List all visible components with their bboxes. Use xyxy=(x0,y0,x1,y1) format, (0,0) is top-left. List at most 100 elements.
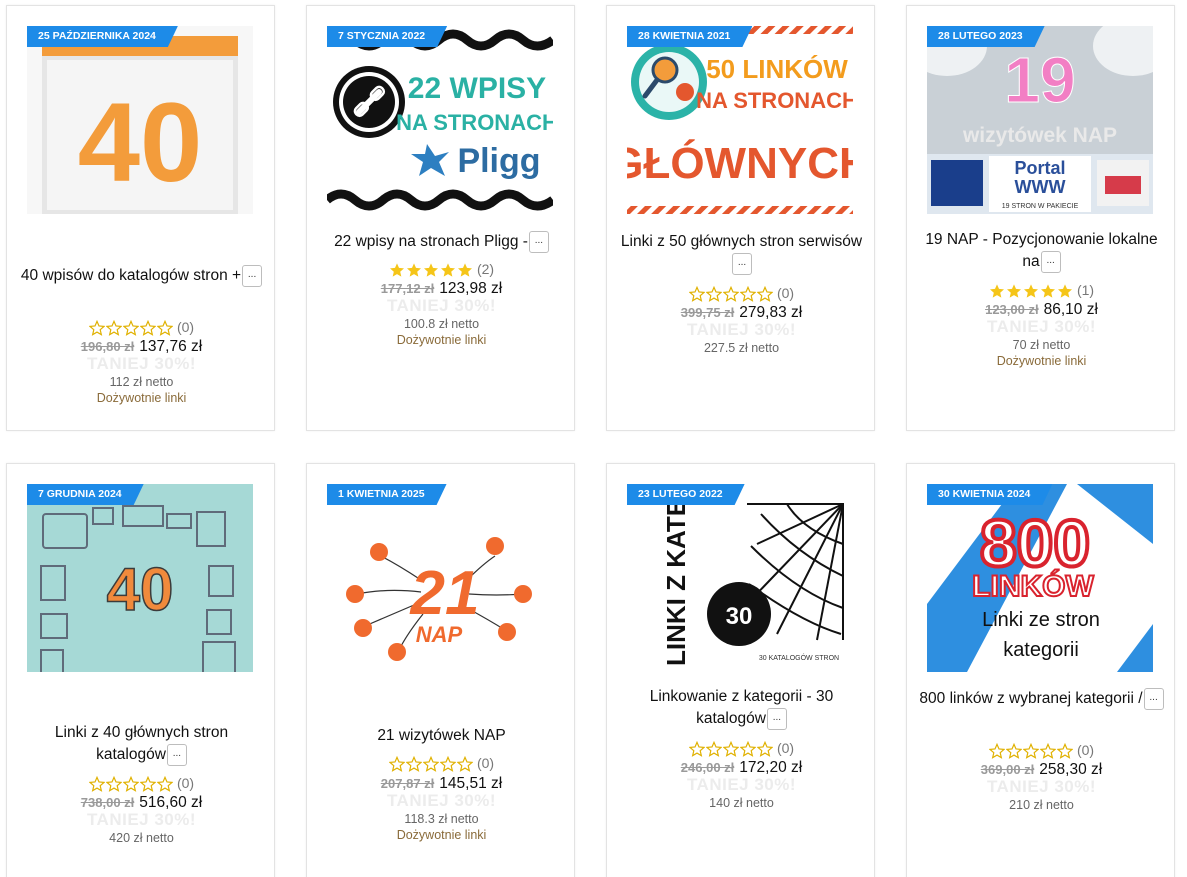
product-image[interactable]: 800 LINKÓW Linki ze stron kategorii xyxy=(927,484,1153,672)
product-title-text[interactable]: Linkowanie z kategorii - 30 katalogów xyxy=(650,688,834,727)
current-price: 258,30 zł xyxy=(1039,761,1103,778)
netto-price: 100.8 zł netto xyxy=(403,317,480,331)
more-button[interactable]: ... xyxy=(732,253,752,275)
star-rating-empty xyxy=(688,284,774,303)
current-price: 279,83 zł xyxy=(739,304,803,321)
svg-text:19: 19 xyxy=(1004,44,1075,116)
lifetime-links: Dożywotnie linki xyxy=(396,828,487,842)
rating: (1) xyxy=(907,280,1176,299)
product-title[interactable]: Linkowanie z kategorii - 30 katalogów... xyxy=(619,686,864,730)
date-badge: 7 STYCZNIA 2022 xyxy=(327,26,447,47)
product-title[interactable]: 22 wpisy na stronach Pligg -... xyxy=(319,231,564,253)
product-card[interactable]: 50 LINKÓW NA STRONACH GŁÓWNYCH 28 KWIETN… xyxy=(606,5,875,431)
old-price: 177,12 zł xyxy=(380,281,435,296)
more-button[interactable]: ... xyxy=(1143,688,1164,710)
rating: (0) xyxy=(607,738,876,758)
old-price: 369,00 zł xyxy=(980,762,1035,777)
product-title[interactable]: 19 NAP - Pozycjonowanie lokalne na... xyxy=(919,229,1164,273)
rating-count: (0) xyxy=(476,755,495,772)
svg-text:Linki ze stron: Linki ze stron xyxy=(982,609,1100,631)
rating-count: (0) xyxy=(776,740,795,757)
product-card[interactable]: LINKI Z KATEGORII 30 30 KATALOGÓW STRON … xyxy=(606,463,875,877)
rating: (2) xyxy=(307,259,576,278)
current-price: 172,20 zł xyxy=(739,759,803,776)
svg-text:NA STRONACH: NA STRONACH xyxy=(396,110,553,135)
product-title-text[interactable]: Linki z 50 głównych stron serwisów xyxy=(621,233,862,250)
rating: (0) xyxy=(7,773,276,793)
svg-text:wizytówek NAP: wizytówek NAP xyxy=(962,124,1117,147)
more-button[interactable]: ... xyxy=(766,708,787,730)
svg-text:800: 800 xyxy=(980,506,1090,580)
promo-label: TANIEJ 30%! xyxy=(686,775,797,794)
product-title-text[interactable]: 22 wpisy na stronach Pligg - xyxy=(334,233,528,250)
product-card[interactable]: 40 25 PAŹDZIERNIKA 2024 40 wpisów do kat… xyxy=(6,5,275,431)
old-price: 207,87 zł xyxy=(380,776,435,791)
svg-text:19 STRON W PAKIECIE: 19 STRON W PAKIECIE xyxy=(1002,203,1079,210)
product-title-text[interactable]: 21 wizytówek NAP xyxy=(377,727,505,744)
product-card[interactable]: 40 7 GRUDNIA 2024 Linki z 40 głównych st… xyxy=(6,463,275,877)
product-image[interactable]: 22 WPISY NA STRONACH Pligg xyxy=(327,26,553,214)
product-title[interactable]: Linki z 40 głównych stron katalogów... xyxy=(19,722,264,766)
svg-text:40: 40 xyxy=(107,556,174,623)
rating-count: (1) xyxy=(1076,282,1095,299)
svg-text:30 KATALOGÓW STRON: 30 KATALOGÓW STRON xyxy=(759,653,839,662)
product-image[interactable]: 40 xyxy=(27,26,253,214)
netto-price: 210 zł netto xyxy=(1009,798,1074,812)
netto-price: 118.3 zł netto xyxy=(404,812,479,826)
current-price: 123,98 zł xyxy=(439,280,503,297)
product-title-text[interactable]: Linki z 40 głównych stron katalogów xyxy=(55,724,228,763)
product-title[interactable]: Linki z 50 głównych stron serwisów... xyxy=(619,231,864,275)
product-title[interactable]: 800 linków z wybranej kategorii /... xyxy=(919,688,1164,710)
star-rating-empty xyxy=(388,754,474,773)
current-price: 86,10 zł xyxy=(1043,301,1098,318)
more-button[interactable]: ... xyxy=(166,744,187,766)
product-image[interactable]: 50 LINKÓW NA STRONACH GŁÓWNYCH xyxy=(627,26,853,214)
promo-label: TANIEJ 30%! xyxy=(986,317,1097,336)
netto-price: 70 zł netto xyxy=(1012,338,1071,352)
date-badge: 23 LUTEGO 2022 xyxy=(627,484,745,505)
star-rating-empty xyxy=(88,318,174,337)
promo-label: TANIEJ 30%! xyxy=(86,810,197,829)
more-button[interactable]: ... xyxy=(1040,251,1061,273)
netto-price: 112 zł netto xyxy=(109,375,174,389)
promo-label: TANIEJ 30%! xyxy=(86,354,197,373)
lifetime-links: Dożywotnie linki xyxy=(396,333,487,347)
more-button[interactable]: ... xyxy=(242,265,263,287)
product-image[interactable]: LINKI Z KATEGORII 30 30 KATALOGÓW STRON xyxy=(627,484,853,672)
current-price: 145,51 zł xyxy=(439,775,503,792)
old-price: 123,00 zł xyxy=(985,302,1039,317)
svg-text:Portal: Portal xyxy=(1014,158,1065,178)
date-badge: 25 PAŹDZIERNIKA 2024 xyxy=(27,26,178,47)
promo-label: TANIEJ 30%! xyxy=(386,296,497,315)
old-price: 399,75 zł xyxy=(680,305,735,320)
product-title-text[interactable]: 800 linków z wybranej kategorii / xyxy=(919,690,1142,707)
product-image[interactable]: 19 wizytówek NAP Portal WWW 19 STRON W P… xyxy=(927,26,1153,214)
more-button[interactable]: ... xyxy=(528,231,549,253)
old-price: 196,80 zł xyxy=(80,339,135,354)
product-title[interactable]: 40 wpisów do katalogów stron +... xyxy=(19,265,264,287)
rating-count: (0) xyxy=(176,775,195,792)
svg-text:Pligg: Pligg xyxy=(457,142,540,180)
star-rating-empty xyxy=(88,774,174,793)
svg-text:LINKÓW: LINKÓW xyxy=(972,569,1094,603)
product-card[interactable]: 19 wizytówek NAP Portal WWW 19 STRON W P… xyxy=(906,5,1175,431)
rating: (0) xyxy=(607,283,876,303)
product-image[interactable]: 21 NAP xyxy=(327,484,553,672)
product-card[interactable]: 21 NAP 1 KWIETNIA 2025 21 wizytówek NAP … xyxy=(306,463,575,877)
date-badge: 28 LUTEGO 2023 xyxy=(927,26,1045,47)
svg-text:40: 40 xyxy=(78,80,203,205)
current-price: 137,76 zł xyxy=(139,338,203,355)
lifetime-links: Dożywotnie linki xyxy=(996,354,1087,368)
product-image[interactable]: 40 xyxy=(27,484,253,672)
product-card[interactable]: 22 WPISY NA STRONACH Pligg 7 STYCZNIA 20… xyxy=(306,5,575,431)
product-title[interactable]: 21 wizytówek NAP xyxy=(319,725,564,747)
product-card[interactable]: 800 LINKÓW Linki ze stron kategorii 30 K… xyxy=(906,463,1175,877)
rating: (0) xyxy=(907,740,1176,760)
star-rating-empty xyxy=(988,741,1074,760)
svg-text:LINKI Z KATEGORII: LINKI Z KATEGORII xyxy=(661,484,691,666)
svg-text:GŁÓWNYCH: GŁÓWNYCH xyxy=(627,138,853,188)
svg-text:kategorii: kategorii xyxy=(1003,639,1079,661)
product-title-text[interactable]: 40 wpisów do katalogów stron + xyxy=(21,267,241,284)
rating-count: (0) xyxy=(776,285,795,302)
svg-text:NAP: NAP xyxy=(416,622,463,647)
